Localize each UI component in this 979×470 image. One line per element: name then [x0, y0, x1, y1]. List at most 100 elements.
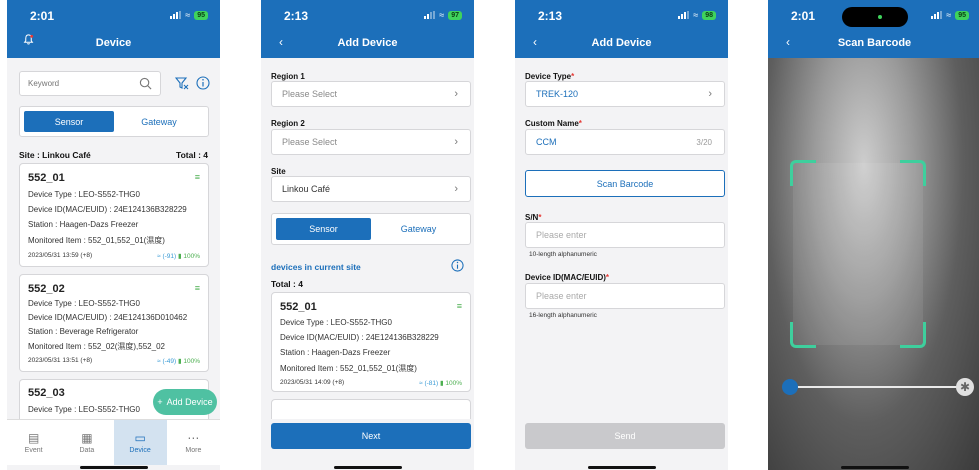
- sn-hint: 10-length alphanumeric: [529, 251, 597, 258]
- send-button[interactable]: Send: [525, 423, 725, 449]
- tab-more-label: More: [185, 446, 202, 454]
- device-type-select[interactable]: TREK-120 ›: [525, 81, 725, 107]
- region1-value: Please Select: [282, 89, 338, 99]
- custom-name-label: Custom Name*: [525, 119, 582, 128]
- region2-label: Region 2: [271, 119, 305, 128]
- device-timestamp: 2023/05/31 13:51 (+8): [28, 357, 93, 364]
- device-card[interactable]: 552_01 ≡ Device Type : LEO-S552-THG0 Dev…: [19, 163, 209, 267]
- header: 2:01 ≈ 95 Device: [7, 0, 220, 58]
- filter-icon[interactable]: [175, 76, 189, 90]
- device-type-value: TREK-120: [536, 89, 579, 99]
- device-id-hint: 16-length alphanumeric: [529, 312, 597, 319]
- add-device-label: Add Device: [166, 397, 213, 407]
- device-card[interactable]: 552_02 ≡ Device Type : LEO-S552-THG0 Dev…: [19, 274, 209, 372]
- tab-event-label: Event: [24, 446, 43, 454]
- tab-gateway[interactable]: Gateway: [114, 111, 204, 132]
- battery-badge: 98: [702, 10, 716, 20]
- monitor-icon: ▭: [134, 430, 146, 445]
- device-name: 552_02: [28, 283, 65, 295]
- scan-barcode-button[interactable]: Scan Barcode: [525, 170, 725, 197]
- custom-name-value: CCM: [536, 137, 557, 147]
- battery-value: 100%: [183, 358, 200, 365]
- status-icons: ≈ 97: [424, 10, 462, 20]
- sn-input[interactable]: Please enter: [525, 222, 725, 248]
- status-time: 2:01: [30, 9, 55, 23]
- add-device-form-screen: 2:13 ≈ 98 ‹ Add Device Device Type* TREK…: [515, 0, 728, 470]
- wifi-icon: ≈: [439, 10, 445, 20]
- device-card[interactable]: [271, 399, 471, 419]
- zoom-slider-thumb[interactable]: [782, 379, 798, 395]
- battery-icon: ▮: [439, 380, 444, 387]
- battery-badge: 97: [448, 10, 462, 20]
- plus-icon: +: [157, 397, 163, 407]
- more-icon: ⋯: [187, 430, 200, 445]
- battery-icon: ▮: [177, 253, 182, 260]
- header: 2:13 ≈ 97 ‹ Add Device: [261, 0, 474, 58]
- site-select[interactable]: Linkou Café ›: [271, 176, 471, 202]
- tab-data[interactable]: ▦ Data: [60, 420, 113, 465]
- device-card[interactable]: 552_01 ≡ Device Type : LEO-S552-THG0 Dev…: [271, 292, 471, 392]
- info-icon[interactable]: [196, 76, 210, 90]
- frame-corner: [790, 160, 816, 186]
- cellular-icon: [931, 11, 943, 19]
- frame-corner: [790, 322, 816, 348]
- chevron-right-icon: ›: [708, 88, 712, 100]
- chart-icon: ▦: [81, 430, 93, 445]
- tab-more[interactable]: ⋯ More: [167, 420, 220, 465]
- thermometer-icon: ≡: [194, 283, 200, 293]
- tab-sensor[interactable]: Sensor: [276, 218, 371, 240]
- thermometer-icon: ≡: [194, 172, 200, 182]
- search-input[interactable]: [20, 72, 130, 95]
- info-icon[interactable]: [451, 259, 464, 272]
- chevron-right-icon: ›: [454, 88, 458, 100]
- tab-event[interactable]: ▤ Event: [7, 420, 60, 465]
- tab-device[interactable]: ▭ Device: [113, 420, 167, 465]
- battery-badge: 95: [955, 10, 969, 20]
- site-label: Site : Linkou Café: [19, 150, 91, 160]
- region2-select[interactable]: Please Select ›: [271, 129, 471, 155]
- tab-data-label: Data: [79, 446, 95, 454]
- cellular-icon: [424, 11, 436, 19]
- device-status: ≈ (-49) ▮ 100%: [157, 357, 200, 365]
- search-box[interactable]: [19, 71, 161, 96]
- tab-gateway[interactable]: Gateway: [371, 218, 466, 240]
- frame-corner: [900, 160, 926, 186]
- region1-label: Region 1: [271, 72, 305, 81]
- bottom-tab-bar: ▤ Event ▦ Data ▭ Device ⋯ More: [7, 419, 220, 465]
- home-indicator: [587, 466, 656, 469]
- device-name: 552_03: [28, 387, 65, 399]
- device-type-label: Device Type*: [525, 72, 575, 81]
- header: 2:01 ≈ 95 ‹ Scan Barcode: [768, 0, 979, 58]
- home-indicator: [333, 466, 402, 469]
- region1-select[interactable]: Please Select ›: [271, 81, 471, 107]
- add-device-button[interactable]: + Add Device: [153, 389, 217, 415]
- device-station: Station : Haagen-Dazs Freezer: [28, 220, 139, 229]
- signal-value: (-81): [424, 380, 439, 387]
- device-list-screen: 2:01 ≈ 95 Device Sensor Gateway: [7, 0, 220, 470]
- wifi-icon: ≈: [693, 10, 699, 20]
- wifi-icon: ≈: [946, 10, 952, 20]
- zoom-slider-track[interactable]: [782, 379, 962, 395]
- device-id: Device ID(MAC/EUID) : 24E124136B328229: [28, 205, 187, 214]
- scan-barcode-screen: 2:01 ≈ 95 ‹ Scan Barcode ✱: [768, 0, 979, 470]
- next-button[interactable]: Next: [271, 423, 471, 449]
- site-value: Linkou Café: [282, 184, 331, 194]
- device-station: Station : Haagen-Dazs Freezer: [280, 348, 391, 357]
- home-indicator: [840, 466, 909, 469]
- signal-value: (-49): [162, 358, 177, 365]
- custom-name-input[interactable]: CCM 3/20: [525, 129, 725, 155]
- cellular-icon: [170, 11, 182, 19]
- device-name: 552_01: [280, 301, 317, 313]
- tab-sensor[interactable]: Sensor: [24, 111, 114, 132]
- device-status: ≈ (-91) ▮ 100%: [157, 252, 200, 260]
- device-id-input[interactable]: Please enter: [525, 283, 725, 309]
- device-name: 552_01: [28, 172, 65, 184]
- type-segment: Sensor Gateway: [271, 213, 471, 245]
- site-label: Site: [271, 167, 286, 176]
- device-monitored: Monitored Item : 552_01,552_01(濕度): [280, 364, 417, 373]
- flash-icon[interactable]: ✱: [956, 378, 974, 396]
- search-icon[interactable]: [139, 77, 152, 90]
- cellular-icon: [678, 11, 690, 19]
- device-id: Device ID(MAC/EUID) : 24E124136D010462: [28, 313, 188, 322]
- device-timestamp: 2023/05/31 14:09 (+8): [280, 379, 345, 386]
